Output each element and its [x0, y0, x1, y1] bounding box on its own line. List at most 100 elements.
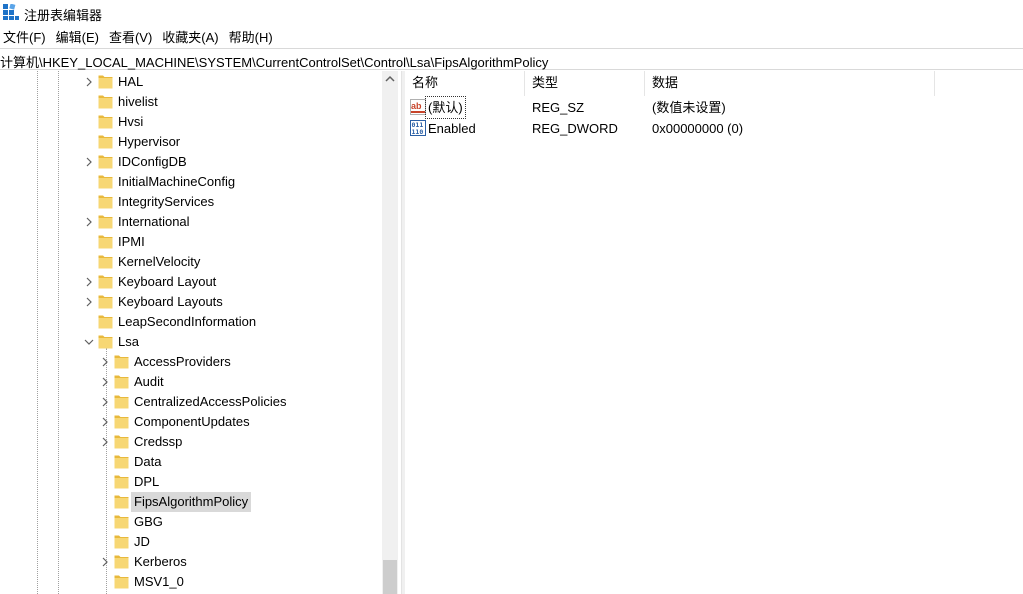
tree-item-label: JD	[134, 534, 150, 549]
chevron-right-icon[interactable]	[99, 552, 111, 572]
column-header-type[interactable]: 类型	[525, 71, 645, 96]
tree-item[interactable]: GBG	[0, 512, 380, 532]
folder-icon	[114, 495, 129, 509]
scroll-up-arrow-icon[interactable]	[382, 71, 398, 88]
chevron-right-icon[interactable]	[99, 352, 111, 372]
tree-item[interactable]: ComponentUpdates	[0, 412, 380, 432]
tree-item[interactable]: IDConfigDB	[0, 152, 380, 172]
tree-item-label: IDConfigDB	[118, 154, 187, 169]
chevron-right-icon[interactable]	[83, 212, 95, 232]
registry-key-tree[interactable]: HAL hivelist Hvsi Hypervisor IDConfigDB Initi…	[0, 71, 398, 594]
value-type: REG_DWORD	[532, 121, 618, 136]
tree-item[interactable]: Data	[0, 452, 380, 472]
address-path[interactable]: 计算机\HKEY_LOCAL_MACHINE\SYSTEM\CurrentCon…	[0, 52, 548, 71]
values-list[interactable]: 名称 类型 数据 ab (默认) REG_SZ (数值未设置) 011 110 …	[405, 71, 1023, 594]
tree-item-label: Audit	[134, 374, 164, 389]
tree-item[interactable]: DPL	[0, 472, 380, 492]
tree-item[interactable]: International	[0, 212, 380, 232]
folder-icon	[98, 295, 113, 309]
value-data: 0x00000000 (0)	[652, 121, 744, 136]
chevron-right-icon[interactable]	[83, 152, 95, 172]
value-name: Enabled	[428, 121, 476, 136]
scroll-thumb[interactable]	[383, 560, 397, 594]
regedit-app-icon	[3, 4, 19, 20]
tree-item[interactable]: IntegrityServices	[0, 192, 380, 212]
tree-item[interactable]: Lsa	[0, 332, 380, 352]
chevron-right-icon[interactable]	[99, 412, 111, 432]
tree-item[interactable]: hivelist	[0, 92, 380, 112]
tree-item[interactable]: HAL	[0, 72, 380, 92]
tree-item[interactable]: Hvsi	[0, 112, 380, 132]
folder-icon	[114, 415, 129, 429]
tree-item[interactable]: Keyboard Layouts	[0, 292, 380, 312]
svg-text:110: 110	[412, 128, 424, 136]
chevron-right-icon[interactable]	[83, 272, 95, 292]
tree-item[interactable]: Credssp	[0, 432, 380, 452]
folder-icon	[98, 215, 113, 229]
value-type: REG_SZ	[532, 100, 585, 115]
svg-text:ab: ab	[411, 101, 422, 111]
folder-icon	[98, 95, 113, 109]
folder-icon	[114, 395, 129, 409]
folder-icon	[114, 375, 129, 389]
folder-icon	[98, 235, 113, 249]
tree-item[interactable]: Kerberos	[0, 552, 380, 572]
chevron-right-icon[interactable]	[83, 292, 95, 312]
tree-item[interactable]: CentralizedAccessPolicies	[0, 392, 380, 412]
folder-icon	[98, 155, 113, 169]
column-header-data[interactable]: 数据	[645, 71, 935, 96]
tree-item[interactable]: Hypervisor	[0, 132, 380, 152]
tree-item-label: ComponentUpdates	[134, 414, 250, 429]
folder-icon	[114, 515, 129, 529]
tree-item[interactable]: LeapSecondInformation	[0, 312, 380, 332]
chevron-down-icon[interactable]	[83, 332, 95, 352]
binary-value-icon: 011 110	[410, 120, 426, 136]
address-bar[interactable]: 计算机\HKEY_LOCAL_MACHINE\SYSTEM\CurrentCon…	[0, 48, 1023, 70]
tree-item-label: InitialMachineConfig	[118, 174, 236, 189]
tree-item[interactable]: IPMI	[0, 232, 380, 252]
tree-item-label: MSV1_0	[134, 574, 184, 589]
chevron-right-icon[interactable]	[99, 392, 111, 412]
tree-item[interactable]: JD	[0, 532, 380, 552]
folder-icon	[114, 455, 129, 469]
column-header-name[interactable]: 名称	[405, 71, 525, 96]
tree-item-label: Hvsi	[118, 114, 144, 129]
tree-item[interactable]: InitialMachineConfig	[0, 172, 380, 192]
folder-icon	[98, 75, 113, 89]
folder-icon	[98, 255, 113, 269]
tree-item[interactable]: KernelVelocity	[0, 252, 380, 272]
tree-item-label: IPMI	[118, 234, 145, 249]
folder-icon	[114, 475, 129, 489]
tree-item[interactable]: AccessProviders	[0, 352, 380, 372]
folder-icon	[98, 315, 113, 329]
tree-item[interactable]: MSV1_0	[0, 572, 380, 592]
tree-item-label: Keyboard Layout	[118, 274, 217, 289]
tree-item-label: KernelVelocity	[118, 254, 201, 269]
folder-icon	[114, 575, 129, 589]
chevron-right-icon[interactable]	[83, 72, 95, 92]
folder-icon	[98, 275, 113, 289]
menu-favorites[interactable]: 收藏夹(A)	[159, 27, 222, 47]
menu-edit[interactable]: 编辑(E)	[53, 27, 103, 47]
value-row[interactable]: ab (默认) REG_SZ (数值未设置)	[405, 96, 1023, 119]
tree-item[interactable]: FipsAlgorithmPolicy	[0, 492, 380, 512]
tree-item[interactable]: Audit	[0, 372, 380, 392]
tree-item-label: International	[118, 214, 190, 229]
tree-item[interactable]: Keyboard Layout	[0, 272, 380, 292]
menu-view[interactable]: 查看(V)	[106, 27, 156, 47]
value-data: (数值未设置)	[652, 100, 726, 115]
tree-item-label: LeapSecondInformation	[118, 314, 257, 329]
tree-vertical-scrollbar[interactable]	[382, 71, 398, 594]
folder-icon	[114, 435, 129, 449]
tree-item-label: CentralizedAccessPolicies	[134, 394, 287, 409]
tree-item-label: IntegrityServices	[118, 194, 215, 209]
tree-item-label: AccessProviders	[134, 354, 231, 369]
folder-icon	[114, 555, 129, 569]
tree-item-label: Kerberos	[134, 554, 187, 569]
window-title: 注册表编辑器	[24, 8, 103, 23]
menu-file[interactable]: 文件(F)	[0, 27, 50, 47]
chevron-right-icon[interactable]	[99, 372, 111, 392]
value-row[interactable]: 011 110 Enabled REG_DWORD 0x00000000 (0)	[405, 118, 1023, 139]
chevron-right-icon[interactable]	[99, 432, 111, 452]
menu-help[interactable]: 帮助(H)	[226, 27, 277, 47]
